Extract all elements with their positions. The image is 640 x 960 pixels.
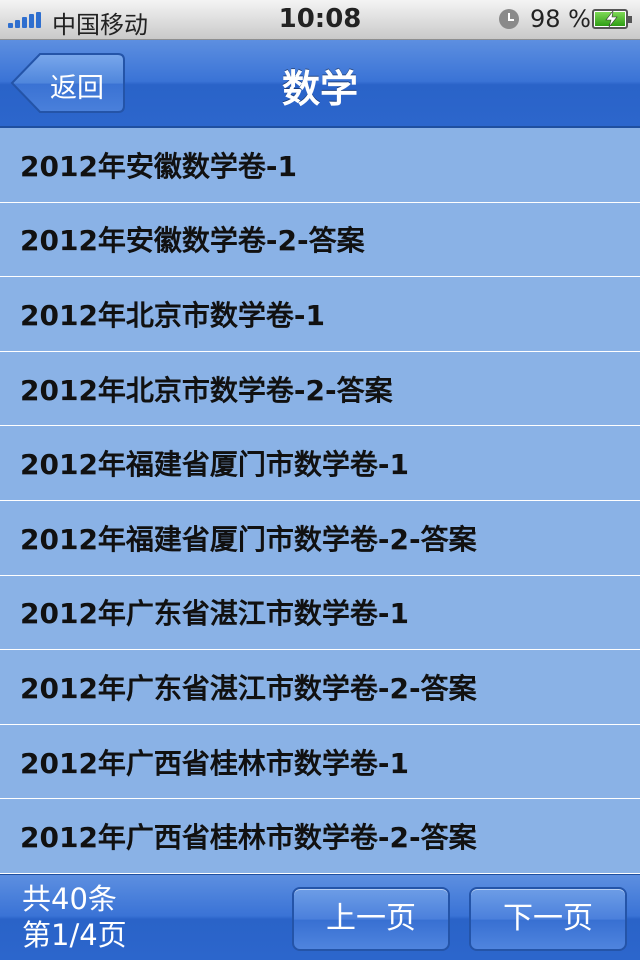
list-item-label: 2012年广西省桂林市数学卷-1 bbox=[20, 746, 410, 780]
list-item[interactable]: 2012年福建省厦门市数学卷-1 bbox=[0, 426, 640, 501]
list-item[interactable]: 2012年广东省湛江市数学卷-2-答案 bbox=[0, 650, 640, 725]
list-item[interactable]: 2012年安徽数学卷-2-答案 bbox=[0, 202, 640, 278]
page-title: 数学 bbox=[281, 67, 358, 111]
exam-list: 2012年安徽数学卷-1 2012年安徽数学卷-2-答案 2012年北京市数学卷… bbox=[0, 128, 640, 874]
next-page-button[interactable]: 下一页 bbox=[469, 887, 627, 951]
list-item-label: 2012年广东省湛江市数学卷-1 bbox=[20, 597, 410, 631]
list-item-label: 2012年北京市数学卷-1 bbox=[20, 298, 326, 332]
list-item-label: 2012年广西省桂林市数学卷-2-答案 bbox=[20, 821, 477, 855]
list-item[interactable]: 2012年广东省湛江市数学卷-1 bbox=[0, 575, 640, 651]
list-item[interactable]: 2012年福建省厦门市数学卷-2-答案 bbox=[0, 500, 640, 576]
page-indicator: 第1/4页 bbox=[22, 918, 127, 952]
list-item-label: 2012年安徽数学卷-1 bbox=[20, 149, 298, 183]
list-item-label: 2012年福建省厦门市数学卷-1 bbox=[20, 448, 410, 482]
list-item[interactable]: 2012年广西省桂林市数学卷-2-答案 bbox=[0, 799, 640, 874]
battery-icon bbox=[592, 9, 632, 29]
total-count: 共40条 bbox=[22, 882, 117, 916]
status-bar: 中国移动 10:08 98 % bbox=[0, 0, 640, 40]
list-item-label: 2012年安徽数学卷-2-答案 bbox=[20, 224, 365, 258]
page-info: 共40条 第1/4页 bbox=[22, 881, 127, 953]
battery-percent: 98 % bbox=[530, 5, 591, 33]
list-item[interactable]: 2012年安徽数学卷-1 bbox=[0, 128, 640, 203]
list-item-label: 2012年广东省湛江市数学卷-2-答案 bbox=[20, 671, 477, 705]
orientation-lock-icon bbox=[499, 9, 519, 29]
list-item[interactable]: 2012年广西省桂林市数学卷-1 bbox=[0, 724, 640, 800]
list-item[interactable]: 2012年北京市数学卷-2-答案 bbox=[0, 351, 640, 427]
list-item-label: 2012年福建省厦门市数学卷-2-答案 bbox=[20, 522, 477, 556]
navigation-bar: 返回 数学 bbox=[0, 40, 640, 128]
list-item-label: 2012年北京市数学卷-2-答案 bbox=[20, 373, 393, 407]
prev-page-button[interactable]: 上一页 bbox=[292, 887, 450, 951]
pagination-bar: 共40条 第1/4页 上一页 下一页 bbox=[0, 874, 640, 960]
list-item[interactable]: 2012年北京市数学卷-1 bbox=[0, 277, 640, 352]
